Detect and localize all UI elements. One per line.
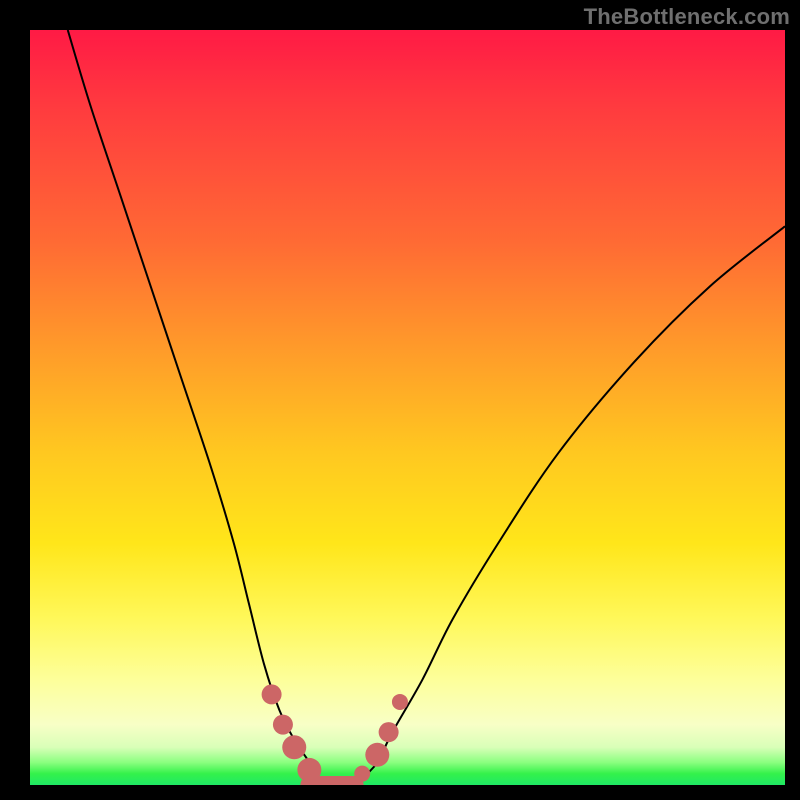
- curve-marker: [365, 743, 389, 767]
- watermark-text: TheBottleneck.com: [584, 4, 790, 30]
- chart-frame: TheBottleneck.com: [0, 0, 800, 800]
- bottleneck-curve: [68, 30, 785, 785]
- curve-marker: [379, 722, 399, 742]
- curve-markers: [262, 684, 408, 782]
- curve-marker: [262, 684, 282, 704]
- curve-marker: [282, 735, 306, 759]
- curve-marker: [273, 715, 293, 735]
- curve-marker: [297, 758, 321, 782]
- curve-marker: [354, 766, 370, 782]
- curve-layer: [30, 30, 785, 785]
- curve-marker: [392, 694, 408, 710]
- plot-area: [30, 30, 785, 785]
